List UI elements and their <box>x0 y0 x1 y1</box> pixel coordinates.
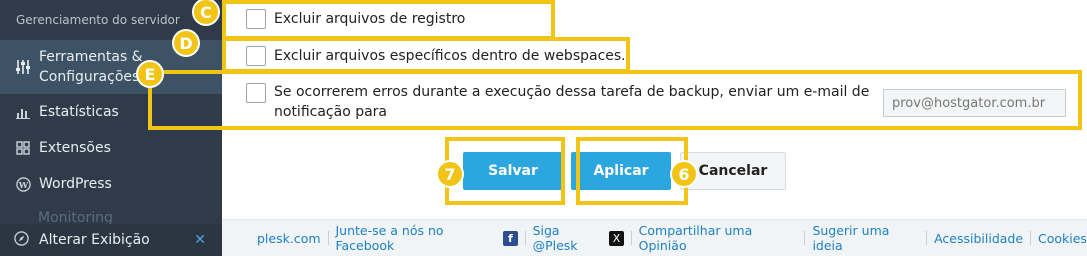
x-icon: X <box>609 230 624 246</box>
sidebar-item-label: Ferramentas & Configurações <box>39 49 143 85</box>
sidebar-item-extensions[interactable]: Extensões <box>0 136 222 160</box>
footer-link-x[interactable]: Siga @Plesk X <box>533 223 624 253</box>
facebook-icon: f <box>503 230 518 246</box>
close-icon[interactable]: ✕ <box>194 232 206 248</box>
footer-link-feedback[interactable]: Compartilhar uma Opinião <box>639 223 798 253</box>
badge-d: D <box>172 29 200 57</box>
footer-link-plesk[interactable]: plesk.com <box>257 231 321 246</box>
sidebar-item-label: WordPress <box>39 176 112 192</box>
footer-link-cookies[interactable]: Cookies <box>1038 231 1087 246</box>
svg-text:W: W <box>17 179 28 189</box>
main-content: Excluir arquivos de registro Excluir arq… <box>136 0 1087 256</box>
bar-chart-icon <box>14 103 32 121</box>
highlight-frame-e <box>148 70 1082 130</box>
footer-link-suggest[interactable]: Sugerir uma ideia <box>812 223 919 253</box>
highlight-frame-c <box>222 0 555 40</box>
sidebar-item-wordpress[interactable]: W WordPress <box>0 172 222 196</box>
footer-separator <box>926 231 928 245</box>
sliders-icon <box>14 58 32 76</box>
wordpress-icon: W <box>14 175 32 193</box>
badge-6: 6 <box>670 160 698 188</box>
highlight-frame-d <box>222 37 630 73</box>
footer-separator <box>524 231 526 245</box>
change-view-button[interactable]: Alterar Exibição ✕ <box>0 224 222 256</box>
sidebar-section-title: Gerenciamento do servidor <box>16 13 180 27</box>
footer-link-facebook[interactable]: Junte-se a nós no Facebook f <box>335 223 518 253</box>
footer: plesk.com Junte-se a nós no Facebook f Si… <box>222 219 1087 256</box>
footer-link-accessibility[interactable]: Acessibilidade <box>934 231 1023 246</box>
footer-separator <box>630 231 632 245</box>
change-view-label: Alterar Exibição <box>39 232 150 248</box>
extensions-icon <box>14 139 32 157</box>
badge-e: E <box>136 60 164 88</box>
footer-separator <box>804 231 806 245</box>
footer-separator <box>1030 231 1031 245</box>
footer-separator <box>327 231 329 245</box>
sidebar-item-label: Estatísticas <box>39 104 119 120</box>
compass-icon <box>14 231 32 249</box>
sidebar-item-label: Extensões <box>39 140 111 156</box>
badge-7: 7 <box>436 160 464 188</box>
